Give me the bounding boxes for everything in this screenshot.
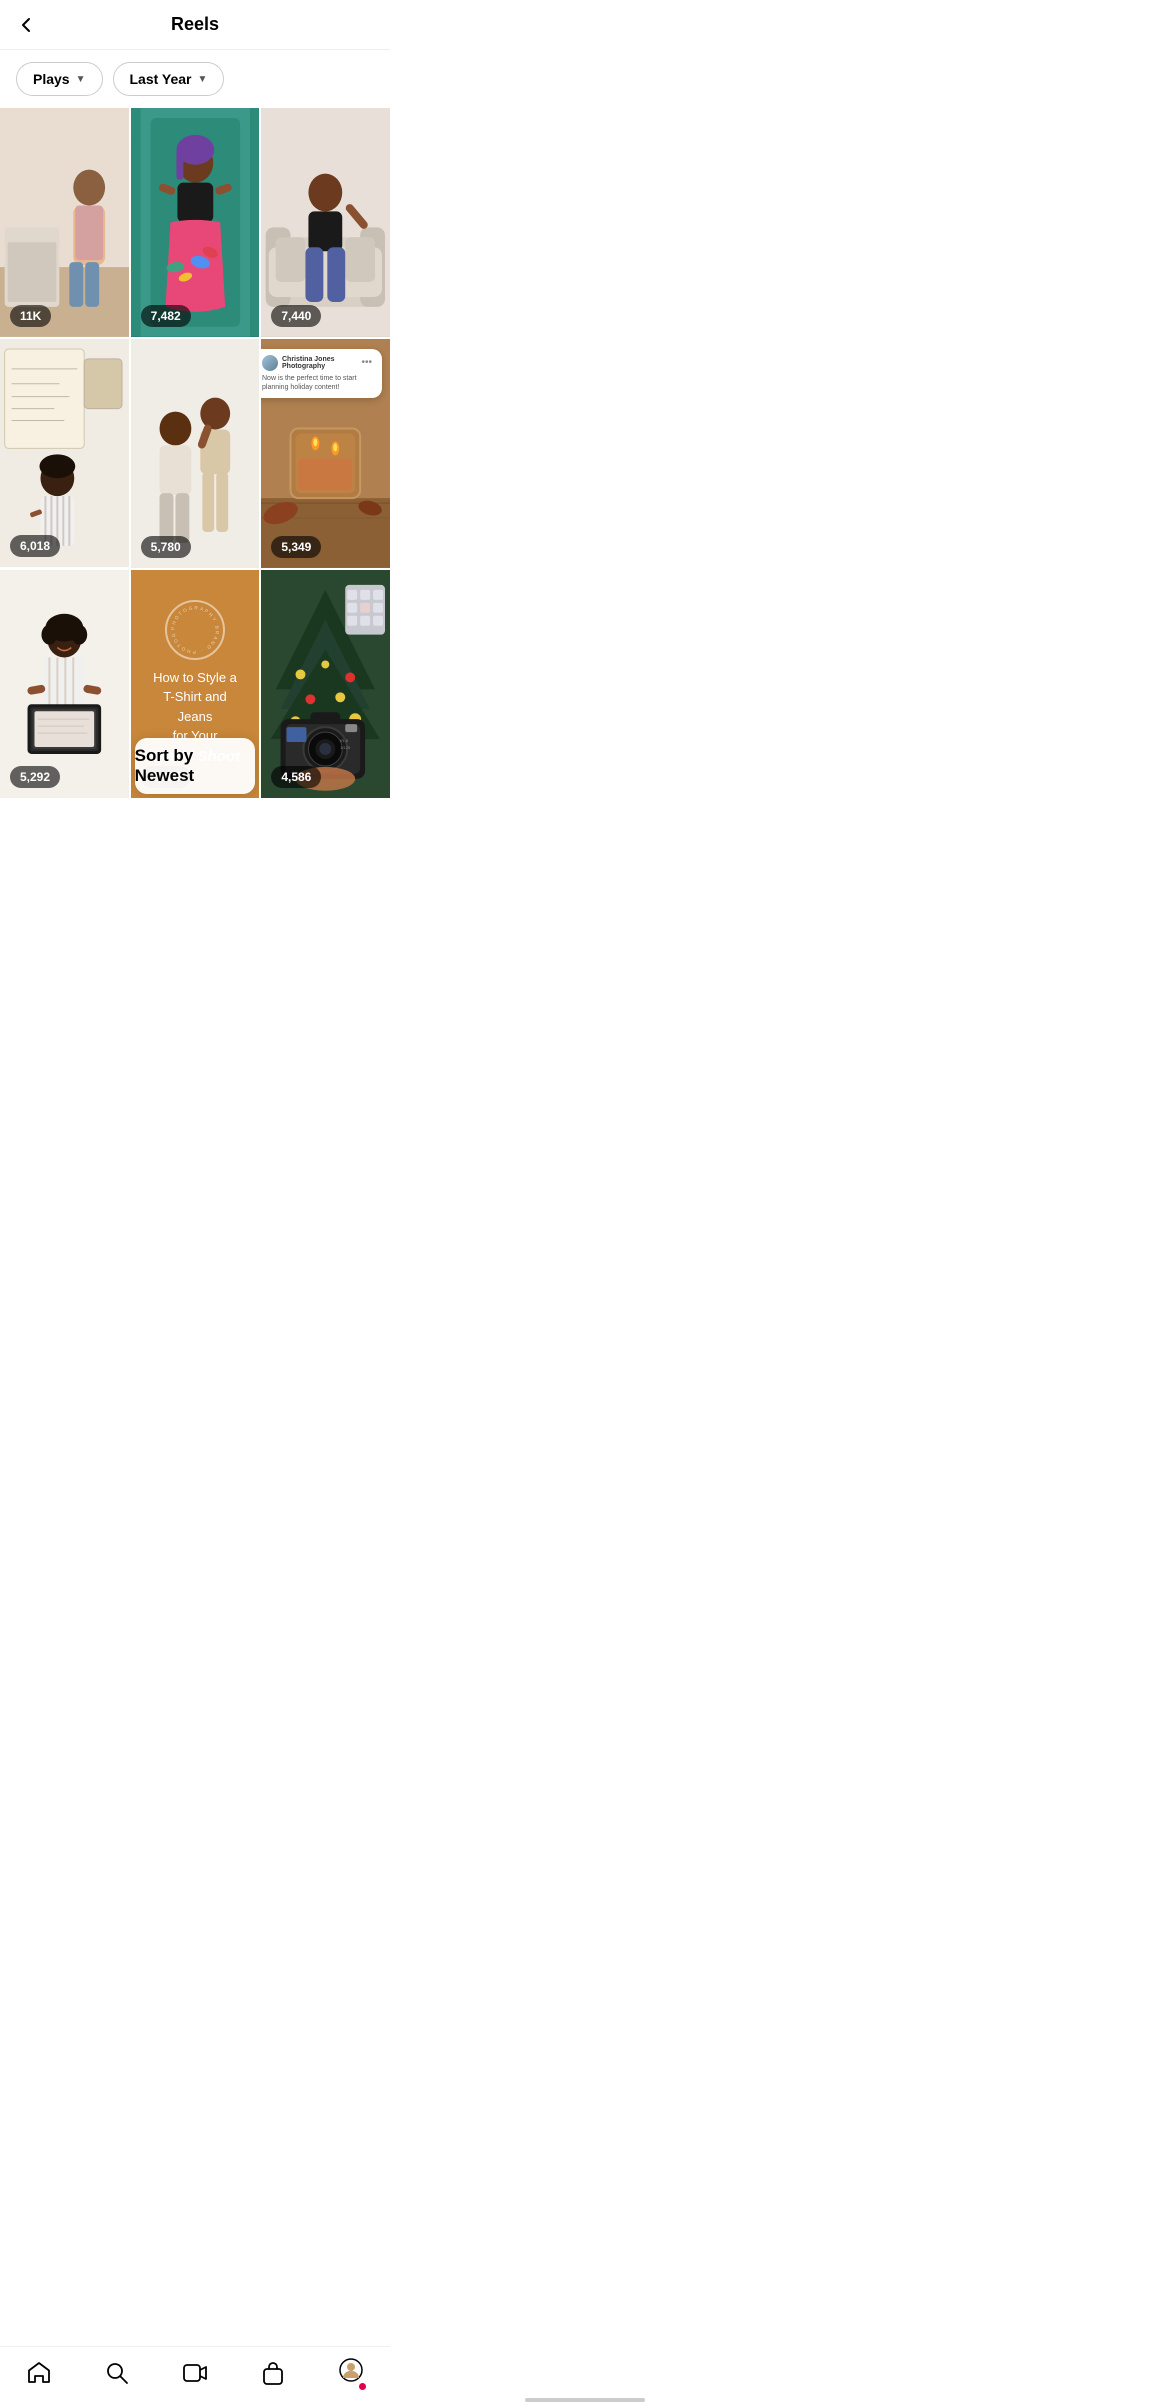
reels-grid: 11K xyxy=(0,108,390,798)
back-arrow-icon xyxy=(16,15,36,35)
video-icon xyxy=(182,2360,208,2386)
year-filter-button[interactable]: Last Year ▼ xyxy=(113,62,225,96)
reel-item-3[interactable]: 7,440 xyxy=(261,108,390,337)
search-icon xyxy=(104,2360,130,2386)
nav-profile[interactable] xyxy=(338,2357,364,2388)
reel-item-5[interactable]: 5,780 xyxy=(131,339,260,568)
reel-item-6[interactable]: Christina Jones Photography ••• Now is t… xyxy=(261,339,390,568)
profile-notification-dot xyxy=(359,2383,366,2390)
sort-overlay[interactable]: Sort by Newest xyxy=(135,738,256,794)
reel-thumb-4 xyxy=(0,339,129,568)
home-indicator xyxy=(525,2398,645,2402)
notif-avatar xyxy=(262,355,278,371)
reel-item-4[interactable]: 6,018 xyxy=(0,339,129,568)
back-button[interactable] xyxy=(16,15,36,35)
notif-header: Christina Jones Photography ••• xyxy=(262,355,372,371)
bottom-nav xyxy=(0,2346,390,2408)
reel-thumb-9: f/1.8 1/125 xyxy=(261,570,390,799)
reel-item-9[interactable]: f/1.8 1/125 4,586 xyxy=(261,570,390,799)
reel-thumb-7 xyxy=(0,570,129,799)
header: Reels xyxy=(0,0,390,50)
reel-plays-9: 4,586 xyxy=(271,766,321,788)
plays-chevron-icon: ▼ xyxy=(76,74,86,85)
reel-plays-3: 7,440 xyxy=(271,305,321,327)
reels-grid-wrapper: 11K xyxy=(0,108,390,878)
svg-text:1/125: 1/125 xyxy=(341,745,352,750)
filter-row: Plays ▼ Last Year ▼ xyxy=(0,50,390,108)
notification-popup: Christina Jones Photography ••• Now is t… xyxy=(261,349,382,398)
nav-shop[interactable] xyxy=(260,2360,286,2386)
svg-text:PHOTOGRAPHY BRAND · PHOTOGRAPH: PHOTOGRAPHY BRAND · PHOTOGRAPHY BRAND · xyxy=(167,600,220,655)
brand-ring-text: PHOTOGRAPHY BRAND · PHOTOGRAPHY BRAND · xyxy=(165,600,225,660)
reel-thumb-5 xyxy=(131,339,260,568)
nav-reels[interactable] xyxy=(182,2360,208,2386)
year-chevron-icon: ▼ xyxy=(198,74,208,85)
reel-plays-4: 6,018 xyxy=(10,535,60,557)
reel-plays-6: 5,349 xyxy=(271,536,321,558)
page-title: Reels xyxy=(171,14,219,35)
nav-search[interactable] xyxy=(104,2360,130,2386)
reel-thumb-1 xyxy=(0,108,129,337)
reel-item-2[interactable]: 7,482 xyxy=(131,108,260,337)
reel-thumb-3 xyxy=(261,108,390,337)
notif-text: Now is the perfect time to start plannin… xyxy=(262,374,372,392)
sort-overlay-label: Sort by Newest xyxy=(135,746,256,786)
year-filter-label: Last Year xyxy=(130,71,192,87)
home-icon xyxy=(26,2360,52,2386)
reel-plays-2: 7,482 xyxy=(141,305,191,327)
plays-filter-label: Plays xyxy=(33,71,70,87)
profile-avatar-icon xyxy=(338,2357,364,2383)
reel-item-8[interactable]: PHOTOGRAPHY BRAND · PHOTOGRAPHY BRAND · … xyxy=(131,570,260,799)
reel-plays-5: 5,780 xyxy=(141,536,191,558)
reel-thumb-2 xyxy=(131,108,260,337)
notif-name: Christina Jones Photography xyxy=(282,356,357,370)
notif-dots-icon: ••• xyxy=(361,357,372,368)
reel-plays-7: 5,292 xyxy=(10,766,60,788)
bag-icon xyxy=(260,2360,286,2386)
nav-home[interactable] xyxy=(26,2360,52,2386)
reel-item-1[interactable]: 11K xyxy=(0,108,129,337)
reel-plays-1: 11K xyxy=(10,305,51,327)
plays-filter-button[interactable]: Plays ▼ xyxy=(16,62,103,96)
reel-item-7[interactable]: 5,292 xyxy=(0,570,129,799)
svg-text:f/1.8: f/1.8 xyxy=(341,738,350,743)
